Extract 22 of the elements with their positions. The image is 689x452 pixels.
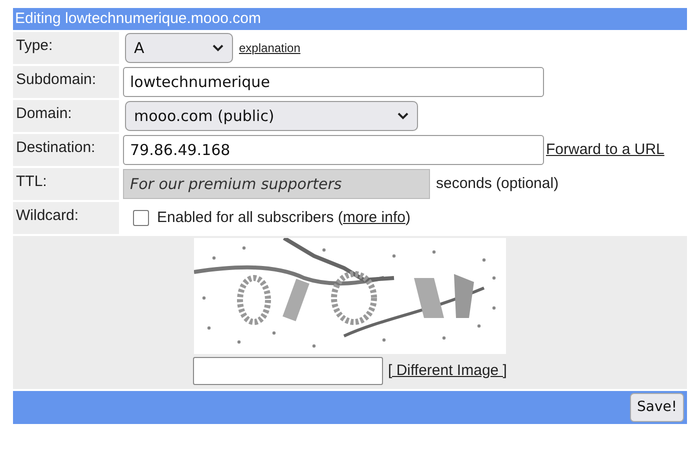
chevron-icon — [397, 112, 409, 120]
checkbox-label: Enabled for all subscribers (more info) — [157, 208, 410, 226]
field-label: Domain: — [13, 100, 119, 132]
input-field[interactable]: 79.86.49.168 — [123, 135, 544, 165]
captcha-input[interactable] — [193, 357, 384, 385]
save-button[interactable]: Save! — [630, 393, 684, 422]
input-field[interactable]: lowtechnumerique — [123, 67, 544, 97]
field-label: Subdomain: — [13, 66, 119, 98]
chevron-icon — [212, 44, 224, 52]
field-label: Type: — [13, 32, 119, 64]
explanation-link[interactable]: explanation — [239, 41, 300, 55]
dropdown[interactable]: mooo.com (public) — [125, 101, 418, 131]
unit-label: seconds (optional) — [436, 174, 559, 192]
forward-link[interactable]: Forward to a URL — [546, 140, 664, 158]
more-info-link[interactable]: more info — [342, 208, 406, 226]
field-label: Destination: — [13, 134, 119, 166]
field-label: TTL: — [13, 168, 119, 200]
dropdown[interactable]: A — [125, 33, 233, 63]
form-title: Editing lowtechnumerique.mooo.com — [13, 8, 687, 30]
different-image-link[interactable]: [ Different Image ] — [388, 362, 507, 379]
checkbox[interactable] — [133, 210, 149, 226]
field-label: Wildcard: — [13, 202, 119, 234]
